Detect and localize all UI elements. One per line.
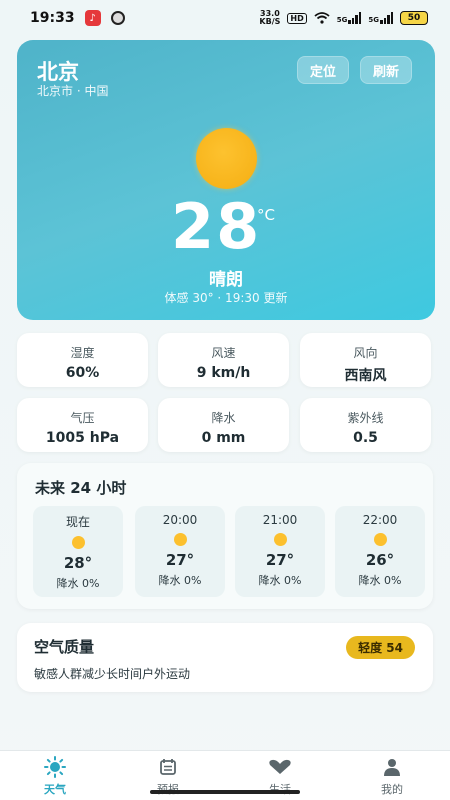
air-quality-card[interactable]: 空气质量 轻度 54 敏感人群减少长时间户外运动 (17, 623, 433, 692)
hourly-forecast-section[interactable]: 未来 24 小时 现在 28° 降水 0% 20:00 27° 降水 0% 21… (17, 463, 433, 609)
stat-value: 60% (65, 365, 100, 381)
sim1-label: 5G (336, 16, 348, 24)
stat-value: 0.5 (353, 430, 378, 446)
hour-time: 21:00 (262, 513, 298, 527)
hour-card: 21:00 27° 降水 0% (235, 506, 325, 597)
calendar-icon (138, 757, 198, 777)
battery-icon: 50 (400, 11, 428, 25)
hd-icon: HD (287, 12, 307, 24)
hour-card: 现在 28° 降水 0% (33, 506, 123, 597)
stat-value: 0 mm (201, 430, 246, 446)
stat-label: 风向 (353, 346, 378, 360)
hour-temperature: 28° (63, 554, 93, 572)
status-bar: 19:33 ♪ 33.0 KB/S HD 5G 5G 50 (0, 0, 450, 36)
hour-precipitation: 降水 0% (258, 574, 302, 587)
hour-time: 22:00 (362, 513, 398, 527)
air-quality-title: 空气质量 (34, 638, 95, 656)
nav-label: 天气 (44, 783, 66, 796)
stat-value: 西南风 (344, 368, 387, 384)
hour-temperature: 27° (265, 551, 295, 569)
nav-label: 我的 (381, 783, 403, 796)
sun-icon (25, 756, 85, 778)
hour-card: 22:00 26° 降水 0% (335, 506, 425, 597)
nav-label: 预报 (138, 781, 198, 797)
nav-label: 生活 (250, 781, 310, 797)
stat-label: 风速 (211, 346, 236, 360)
music-app-icon: ♪ (84, 10, 101, 26)
stat-label: 气压 (70, 411, 95, 425)
network-speed: 33.0 KB/S (259, 10, 280, 26)
hour-temperature: 27° (165, 551, 195, 569)
hour-temperature: 26° (365, 551, 395, 569)
home-indicator[interactable] (150, 790, 300, 794)
sun-icon (196, 128, 257, 189)
signal-icon (380, 12, 393, 24)
person-icon (362, 757, 422, 777)
signal-icon (348, 12, 362, 24)
stat-pressure: 气压 1005 hPa (17, 398, 148, 452)
sun-icon (71, 536, 85, 549)
app-notification-icon (110, 11, 125, 25)
nav-item-profile[interactable]: 我的 (362, 757, 422, 797)
hour-card: 20:00 27° 降水 0% (135, 506, 225, 597)
weather-condition: 晴朗 (209, 270, 243, 290)
temperature-unit: °C (257, 206, 275, 224)
refresh-button[interactable]: 刷新 (360, 56, 413, 84)
stat-wind-direction: 风向 西南风 (300, 333, 431, 387)
aqi-badge: 轻度 54 (346, 636, 415, 659)
locate-button[interactable]: 定位 (297, 56, 350, 84)
hour-time: 20:00 (162, 513, 198, 527)
hour-precipitation: 降水 0% (158, 574, 202, 587)
region-name: 北京市 · 中国 (37, 84, 109, 98)
hour-precipitation: 降水 0% (56, 577, 100, 590)
network-speed-unit: KB/S (259, 17, 281, 26)
heart-icon (250, 757, 310, 777)
hour-precipitation: 降水 0% (358, 574, 402, 587)
air-quality-advice: 敏感人群减少长时间户外运动 (34, 667, 191, 681)
stat-precipitation: 降水 0 mm (158, 398, 289, 452)
current-temperature: 28 (171, 190, 262, 263)
sun-icon (173, 533, 187, 546)
stat-value: 9 km/h (196, 365, 251, 381)
stat-label: 紫外线 (347, 411, 384, 425)
sim2-label: 5G (368, 16, 379, 24)
hour-time: 现在 (65, 515, 90, 529)
sun-icon (273, 533, 287, 546)
section-title: 未来 24 小时 (35, 479, 127, 497)
stat-value: 1005 hPa (45, 430, 120, 446)
stat-wind-speed: 风速 9 km/h (158, 333, 289, 387)
nav-item-weather[interactable]: 天气 (25, 756, 85, 797)
stat-label: 湿度 (70, 346, 95, 360)
stat-uv-index: 紫外线 0.5 (300, 398, 431, 452)
sun-icon (373, 533, 387, 546)
feels-like-update: 体感 30° · 19:30 更新 (164, 291, 288, 305)
wifi-icon (314, 12, 330, 24)
stat-label: 降水 (211, 411, 236, 425)
stat-humidity: 湿度 60% (17, 333, 148, 387)
current-weather-card: 北京 北京市 · 中国 定位 刷新 28 °C 晴朗 体感 30° · 19:3… (17, 40, 435, 320)
status-time: 19:33 (30, 10, 75, 26)
